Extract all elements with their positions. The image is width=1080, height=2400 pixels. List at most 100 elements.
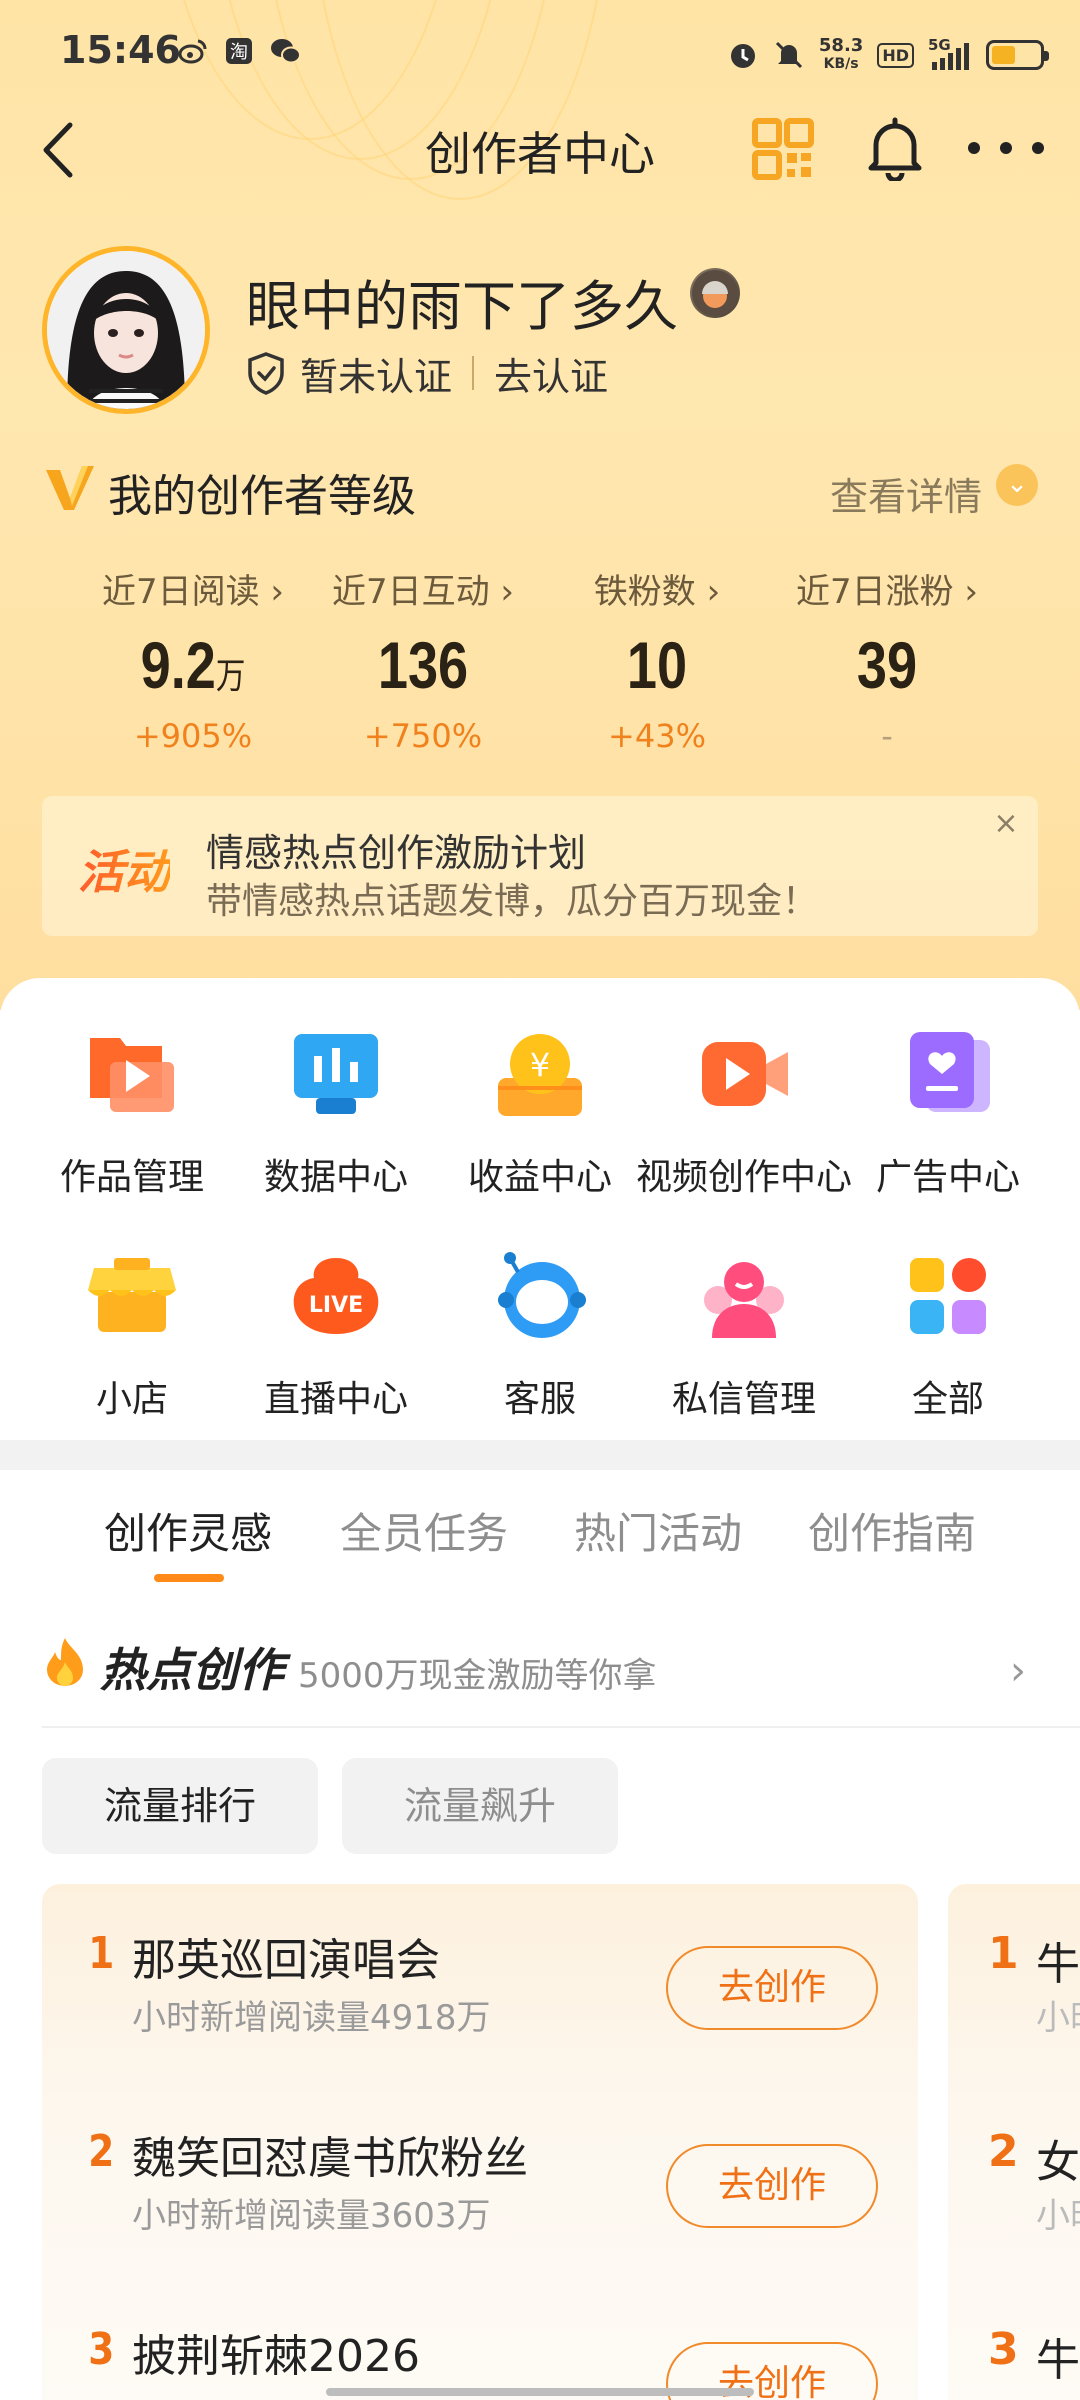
rank-title: 魏笑回怼虞书欣粉丝 bbox=[132, 2133, 528, 2184]
list-item[interactable]: 1 那英巡回演唱会 小时新增阅读量4918万 去创作 bbox=[42, 1884, 918, 2038]
mute-icon bbox=[775, 41, 802, 69]
tool-live[interactable]: LIVE 直播中心 bbox=[228, 1248, 444, 1422]
bell-icon[interactable] bbox=[864, 115, 926, 183]
signal-icon: 5G bbox=[928, 36, 972, 72]
shield-icon bbox=[248, 352, 284, 395]
rank-title: 牛 bbox=[1036, 2335, 1080, 2386]
tab-hot-events[interactable]: 热门活动 bbox=[574, 1500, 742, 1561]
rank-meta: 小时新增阅读量4918万 bbox=[132, 1998, 491, 2038]
stat-change: +905% bbox=[133, 717, 253, 755]
status-bar: 15:46 淘 58.3 KB/s HD 5G bbox=[0, 0, 1080, 110]
ad-icon bbox=[900, 1026, 996, 1122]
content-tabs: 创作灵感 全员任务 热门活动 创作指南 bbox=[0, 1500, 1080, 1580]
stat-label: 近7日互动 › bbox=[331, 572, 515, 612]
tab-tasks[interactable]: 全员任务 bbox=[340, 1500, 508, 1561]
chevron-down-icon[interactable]: ⌄ bbox=[996, 464, 1038, 506]
tool-earnings[interactable]: ¥ 收益中心 bbox=[432, 1026, 648, 1200]
home-indicator[interactable] bbox=[326, 2388, 754, 2396]
verify-separator bbox=[472, 356, 475, 390]
create-button[interactable]: 去创作 bbox=[666, 1946, 878, 2030]
tool-label: 私信管理 bbox=[671, 1379, 816, 1420]
stat-value: 9.2万 bbox=[140, 628, 246, 702]
rank-card-peek[interactable]: 1 牛 小时 2 女 小时 3 牛 bbox=[948, 1884, 1080, 2400]
rank-card: 1 那英巡回演唱会 小时新增阅读量4918万 去创作 2 魏笑回怼虞书欣粉丝 小… bbox=[42, 1884, 918, 2400]
svg-text:¥: ¥ bbox=[530, 1046, 550, 1084]
rank-title: 女 bbox=[1036, 2137, 1080, 2188]
verify-link[interactable]: 去认证 bbox=[494, 346, 608, 401]
svg-text:LIVE: LIVE bbox=[309, 1293, 363, 1318]
rank-title: 牛 bbox=[1036, 1939, 1080, 1990]
tool-video[interactable]: 视频创作中心 bbox=[636, 1026, 852, 1200]
stat-label: 近7日涨粉 › bbox=[795, 572, 979, 612]
speed-unit: KB/s bbox=[823, 56, 859, 72]
tool-label: 全部 bbox=[911, 1379, 984, 1420]
status-right: 58.3 KB/s HD 5G bbox=[727, 30, 1049, 80]
rank-number: 3 bbox=[988, 2324, 1019, 2375]
level-detail-link[interactable]: 查看详情 bbox=[830, 466, 982, 521]
close-icon[interactable]: × bbox=[988, 806, 1024, 842]
avatar[interactable] bbox=[42, 246, 210, 414]
level-badge-icon[interactable] bbox=[690, 268, 740, 318]
tool-messages[interactable]: 私信管理 bbox=[636, 1248, 852, 1422]
rank-number: 2 bbox=[88, 2126, 115, 2177]
qr-code-icon[interactable] bbox=[752, 118, 814, 180]
tool-label: 收益中心 bbox=[467, 1157, 612, 1198]
speed-value: 58.3 bbox=[818, 35, 864, 56]
tool-data[interactable]: 数据中心 bbox=[228, 1026, 444, 1200]
rank-title: 披荆斩棘2026 bbox=[132, 2331, 420, 2382]
stat-value: 39 bbox=[856, 628, 918, 702]
hot-subtitle: 5000万现金激励等你拿 bbox=[298, 1656, 657, 1696]
svg-text:淘: 淘 bbox=[230, 42, 248, 63]
wechat-icon bbox=[270, 36, 301, 66]
rank-number: 2 bbox=[988, 2126, 1019, 2177]
banner-subtitle: 带情感热点话题发博，瓜分百万现金！ bbox=[206, 881, 819, 922]
tool-service[interactable]: 客服 bbox=[432, 1248, 648, 1422]
tool-label: 小店 bbox=[95, 1379, 168, 1420]
rank-number: 1 bbox=[988, 1928, 1019, 1979]
active-tab-indicator bbox=[154, 1574, 224, 1582]
rank-meta: 小时 bbox=[1036, 2196, 1080, 2236]
taobao-icon: 淘 bbox=[224, 36, 254, 66]
tool-ads[interactable]: 广告中心 bbox=[840, 1026, 1056, 1200]
tool-all[interactable]: 全部 bbox=[840, 1248, 1056, 1422]
filter-traffic-rising[interactable]: 流量飙升 bbox=[342, 1758, 618, 1854]
create-button[interactable]: 去创作 bbox=[666, 2144, 878, 2228]
stat-iron-fans[interactable]: 铁粉数 › 10 +43% bbox=[532, 564, 782, 755]
alarm-icon bbox=[730, 44, 755, 68]
rank-meta: 小时 bbox=[1036, 1998, 1080, 2038]
stat-interactions[interactable]: 近7日互动 › 136 +750% bbox=[298, 564, 548, 755]
rank-number: 3 bbox=[88, 2324, 115, 2375]
creator-level-title: 我的创作者等级 bbox=[108, 471, 416, 522]
tool-label: 客服 bbox=[503, 1379, 576, 1420]
works-icon bbox=[84, 1026, 180, 1122]
stat-reads[interactable]: 近7日阅读 › 9.2万 +905% bbox=[68, 564, 318, 755]
all-icon bbox=[900, 1248, 996, 1344]
tool-shop[interactable]: 小店 bbox=[24, 1248, 240, 1422]
stat-value: 136 bbox=[377, 628, 469, 702]
list-item[interactable]: 2 魏笑回怼虞书欣粉丝 小时新增阅读量3603万 去创作 bbox=[42, 2082, 918, 2236]
activity-banner[interactable]: 活动 情感热点创作激励计划 带情感热点话题发博，瓜分百万现金！ × bbox=[42, 796, 1038, 936]
tab-guide[interactable]: 创作指南 bbox=[808, 1500, 976, 1561]
data-icon bbox=[288, 1026, 384, 1122]
video-icon bbox=[696, 1026, 792, 1122]
message-icon bbox=[696, 1248, 792, 1344]
battery-icon bbox=[986, 40, 1049, 70]
stat-label: 近7日阅读 › bbox=[101, 572, 285, 612]
filter-traffic-rank[interactable]: 流量排行 bbox=[42, 1758, 318, 1854]
tool-label: 广告中心 bbox=[875, 1157, 1020, 1198]
status-time: 15:46 bbox=[60, 28, 181, 72]
tool-label: 作品管理 bbox=[59, 1157, 204, 1198]
tab-inspiration[interactable]: 创作灵感 bbox=[104, 1500, 272, 1561]
chevron-right-icon[interactable]: › bbox=[1010, 1648, 1026, 1694]
hot-title: 热点创作 bbox=[100, 1643, 284, 1697]
live-icon: LIVE bbox=[288, 1248, 384, 1344]
rank-title: 那英巡回演唱会 bbox=[132, 1935, 440, 1986]
more-icon[interactable] bbox=[968, 120, 1044, 176]
tool-works[interactable]: 作品管理 bbox=[24, 1026, 240, 1200]
tool-label: 视频创作中心 bbox=[636, 1157, 853, 1198]
rank-meta: 小时新增阅读量3603万 bbox=[132, 2196, 491, 2236]
stat-followers-gain[interactable]: 近7日涨粉 › 39 - bbox=[762, 564, 1012, 755]
tools-panel: 作品管理 数据中心 ¥ 收益中心 视频创作中心 广告中心 小店 LIVE 直播中… bbox=[0, 978, 1080, 1440]
list-item[interactable]: 3 披荆斩棘2026 去创作 bbox=[42, 2280, 918, 2400]
hd-indicator: HD bbox=[877, 42, 914, 68]
